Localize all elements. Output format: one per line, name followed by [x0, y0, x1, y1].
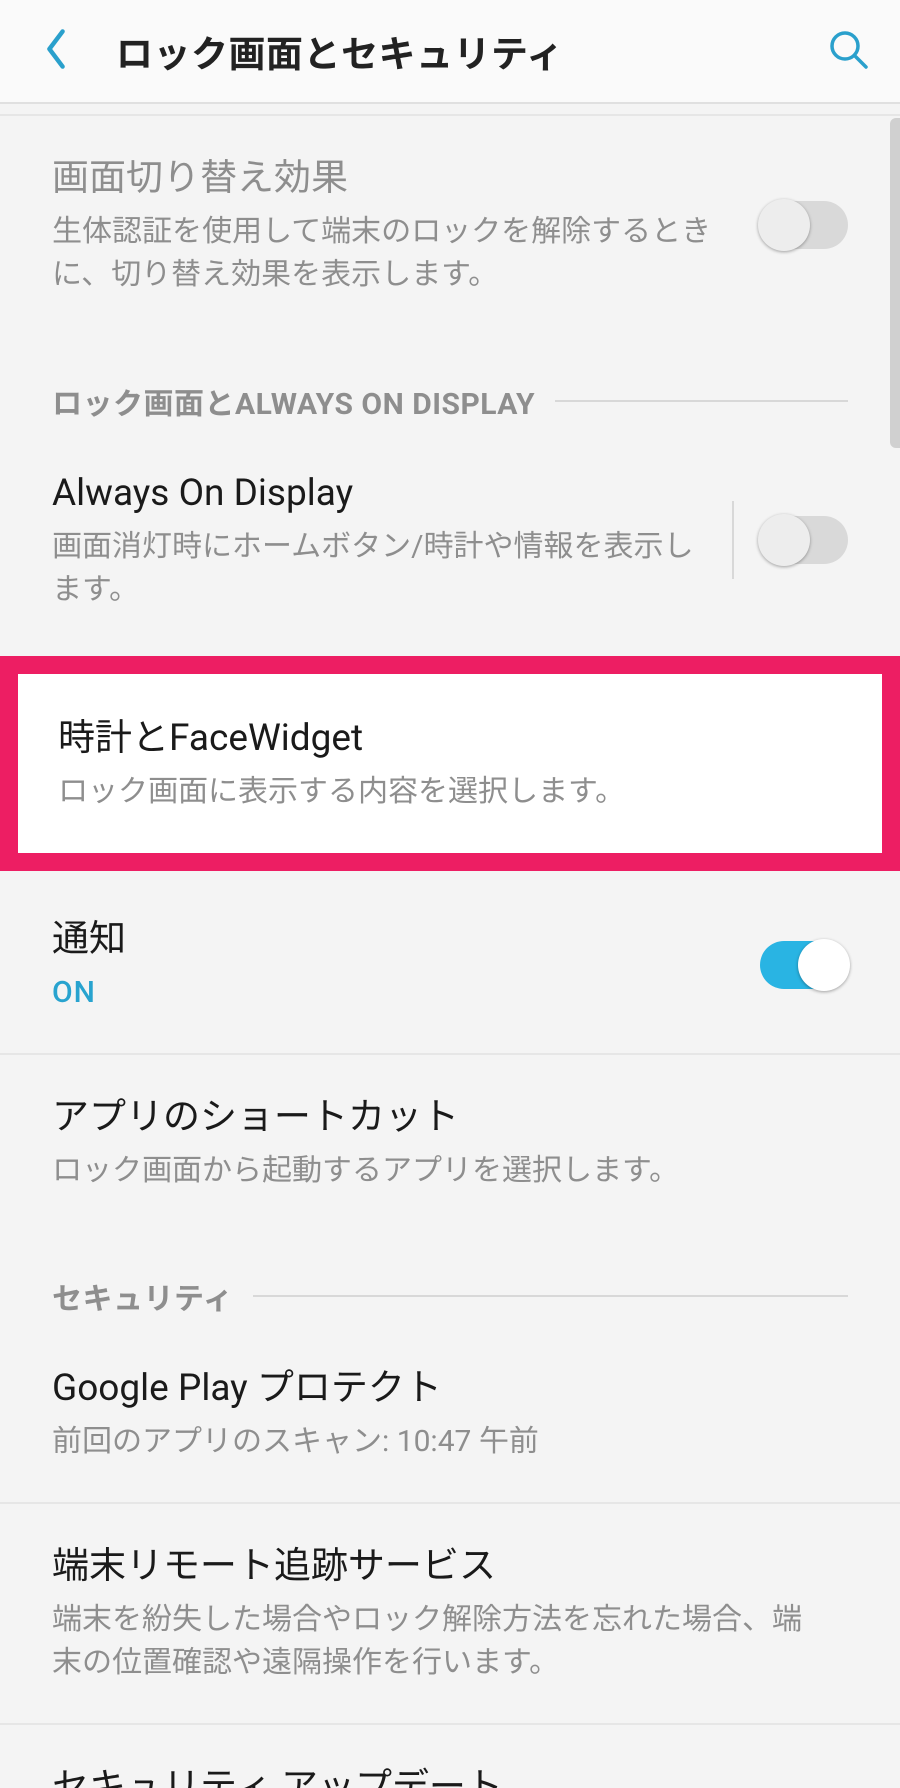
item-notifications[interactable]: 通知 ON: [0, 877, 900, 1054]
page-title: ロック画面とセキュリティ: [116, 24, 826, 78]
item-always-on-display[interactable]: Always On Display 画面消灯時にホームボタン/時計や情報を表示し…: [0, 431, 900, 650]
item-subtitle: ロック画面に表示する内容を選択します。: [58, 770, 822, 814]
section-header-aod: ロック画面とALWAYS ON DISPLAY: [0, 335, 900, 431]
item-title: セキュリティ アップデート: [52, 1763, 828, 1788]
transition-toggle[interactable]: [760, 201, 848, 249]
divider: [253, 1295, 848, 1297]
item-subtitle: 生体認証を使用して端末のロックを解除するときに、切り替え効果を表示します。: [52, 210, 740, 297]
item-title: 端末リモート追跡サービス: [52, 1542, 828, 1592]
item-google-play-protect[interactable]: Google Play プロテクト 前回のアプリのスキャン: 10:47 午前: [0, 1326, 900, 1503]
notifications-toggle[interactable]: [760, 941, 848, 989]
toggle-wrap: [760, 201, 848, 249]
scrollbar[interactable]: [890, 118, 900, 448]
item-security-update[interactable]: セキュリティ アップデート: [0, 1725, 900, 1788]
item-title: Google Play プロテクト: [52, 1364, 828, 1414]
item-subtitle: 前回のアプリのスキャン: 10:47 午前: [52, 1420, 828, 1464]
item-subtitle: 端末を紛失した場合やロック解除方法を忘れた場合、端末の位置確認や遠隔操作を行いま…: [52, 1598, 828, 1685]
app-header: ロック画面とセキュリティ: [0, 0, 900, 104]
section-header-security: セキュリティ: [0, 1230, 900, 1326]
item-title: 画面切り替え効果: [52, 154, 740, 204]
item-app-shortcut[interactable]: アプリのショートカット ロック画面から起動するアプリを選択します。: [0, 1055, 900, 1230]
section-label: ロック画面とALWAYS ON DISPLAY: [52, 379, 535, 423]
item-subtitle: ロック画面から起動するアプリを選択します。: [52, 1149, 828, 1193]
item-title: 通知: [52, 915, 740, 965]
item-title: アプリのショートカット: [52, 1093, 828, 1143]
item-clock-facewidget[interactable]: 時計とFaceWidget ロック画面に表示する内容を選択します。: [18, 674, 882, 853]
item-subtitle: ON: [52, 971, 740, 1015]
item-remote-tracking[interactable]: 端末リモート追跡サービス 端末を紛失した場合やロック解除方法を忘れた場合、端末の…: [0, 1504, 900, 1725]
item-subtitle: 画面消灯時にホームボタン/時計や情報を表示します。: [52, 525, 712, 612]
item-transition-effect[interactable]: 画面切り替え効果 生体認証を使用して端末のロックを解除するときに、切り替え効果を…: [0, 114, 900, 335]
highlight-box: 時計とFaceWidget ロック画面に表示する内容を選択します。: [0, 656, 900, 871]
toggle-wrap: [760, 941, 848, 989]
back-icon[interactable]: [42, 27, 70, 75]
section-label: セキュリティ: [52, 1274, 233, 1318]
aod-toggle[interactable]: [760, 516, 848, 564]
item-title: 時計とFaceWidget: [58, 714, 822, 764]
settings-list: 画面切り替え効果 生体認証を使用して端末のロックを解除するときに、切り替え効果を…: [0, 114, 900, 1788]
divider: [732, 501, 734, 579]
search-icon[interactable]: [826, 27, 870, 75]
divider: [555, 400, 848, 402]
toggle-wrap: [732, 501, 848, 579]
item-title: Always On Display: [52, 469, 712, 519]
